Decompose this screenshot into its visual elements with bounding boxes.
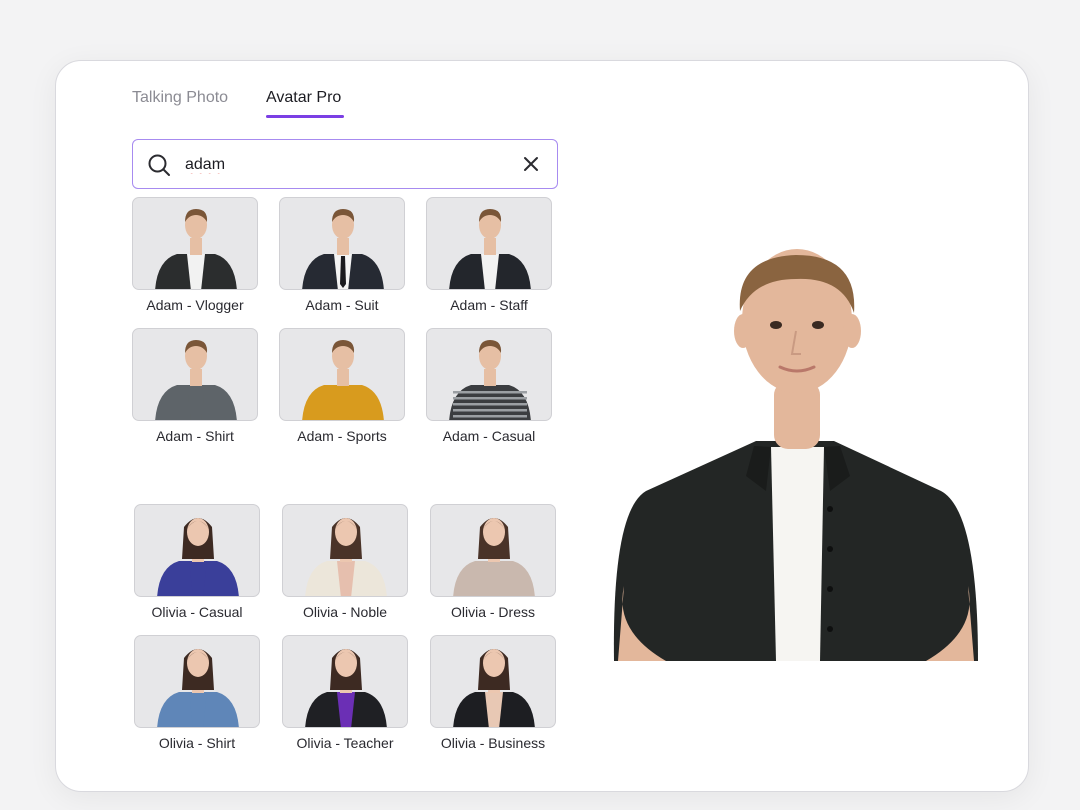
avatar-thumbnail	[279, 197, 405, 290]
preview-button-shape	[827, 546, 833, 552]
avatar-thumbnail	[282, 635, 408, 728]
avatar-card[interactable]: Olivia - Casual	[134, 504, 260, 620]
avatar-thumbnail	[430, 635, 556, 728]
avatar-card[interactable]: Olivia - Dress	[430, 504, 556, 620]
preview-button-shape	[827, 586, 833, 592]
search-input[interactable]	[183, 152, 507, 178]
stripe-shape	[453, 415, 527, 418]
tab-talking-photo[interactable]: Talking Photo	[132, 89, 228, 107]
stripe-shape	[453, 403, 527, 406]
preview-button-shape	[827, 626, 833, 632]
avatar-thumbnail	[426, 197, 552, 290]
avatar-label: Olivia - Teacher	[296, 735, 394, 751]
preview-button-shape	[827, 506, 833, 512]
avatar-label: Adam - Sports	[297, 428, 387, 444]
search-icon	[147, 153, 171, 177]
tab-avatar-pro[interactable]: Avatar Pro	[266, 89, 341, 107]
head-shape	[187, 518, 209, 546]
head-shape	[483, 518, 505, 546]
avatar-thumbnail	[282, 504, 408, 597]
avatar-card[interactable]: Adam - Sports	[279, 328, 405, 444]
neck-shape	[337, 369, 349, 386]
avatar-card[interactable]: Adam - Suit	[279, 197, 405, 313]
avatar-picker-card: Talking Photo Avatar Pro Adam - Vlogger …	[55, 60, 1029, 792]
avatar-label: Adam - Suit	[305, 297, 379, 313]
close-icon[interactable]	[521, 154, 541, 174]
stripe-shape	[453, 397, 527, 400]
avatar-thumbnail	[132, 197, 258, 290]
active-tab-indicator	[266, 115, 344, 118]
avatar-thumbnail	[134, 504, 260, 597]
stripe-shape	[453, 409, 527, 412]
avatar-label: Olivia - Dress	[450, 604, 535, 620]
avatar-card[interactable]: Adam - Staff	[426, 197, 552, 313]
avatar-label: Olivia - Shirt	[158, 735, 236, 751]
preview-tshirt-shape	[771, 447, 824, 661]
neck-shape	[190, 238, 202, 255]
preview-eye-right-shape	[812, 321, 824, 329]
search-box	[132, 139, 558, 189]
avatar-thumbnail	[279, 328, 405, 421]
neck-shape	[484, 238, 496, 255]
avatar-label: Olivia - Casual	[151, 604, 243, 620]
neck-shape	[337, 238, 349, 255]
avatar-label: Adam - Vlogger	[146, 297, 244, 313]
avatar-preview	[613, 249, 978, 661]
avatar-label: Adam - Casual	[442, 428, 536, 444]
preview-ear-left-shape	[734, 314, 752, 348]
avatar-card[interactable]: Adam - Vlogger	[132, 197, 258, 313]
avatar-thumbnail	[430, 504, 556, 597]
head-shape	[483, 649, 505, 677]
avatar-card[interactable]: Olivia - Noble	[282, 504, 408, 620]
avatar-thumbnail	[132, 328, 258, 421]
head-shape	[335, 649, 357, 677]
avatar-card[interactable]: Olivia - Teacher	[282, 635, 408, 751]
avatar-label: Adam - Shirt	[156, 428, 234, 444]
avatar-card[interactable]: Adam - Shirt	[132, 328, 258, 444]
avatar-card[interactable]: Adam - Casual	[426, 328, 552, 444]
stripe-shape	[453, 391, 527, 394]
neck-shape	[190, 369, 202, 386]
avatar-thumbnail	[426, 328, 552, 421]
avatar-card[interactable]: Olivia - Shirt	[134, 635, 260, 751]
avatar-card[interactable]: Olivia - Business	[430, 635, 556, 751]
avatar-label: Olivia - Noble	[302, 604, 388, 620]
avatar-thumbnail	[134, 635, 260, 728]
preview-eye-left-shape	[770, 321, 782, 329]
head-shape	[187, 649, 209, 677]
avatar-label: Olivia - Business	[440, 735, 546, 751]
head-shape	[335, 518, 357, 546]
preview-ear-right-shape	[843, 314, 861, 348]
tie-shape	[340, 256, 346, 288]
avatar-label: Adam - Staff	[450, 297, 528, 313]
neck-shape	[484, 369, 496, 386]
